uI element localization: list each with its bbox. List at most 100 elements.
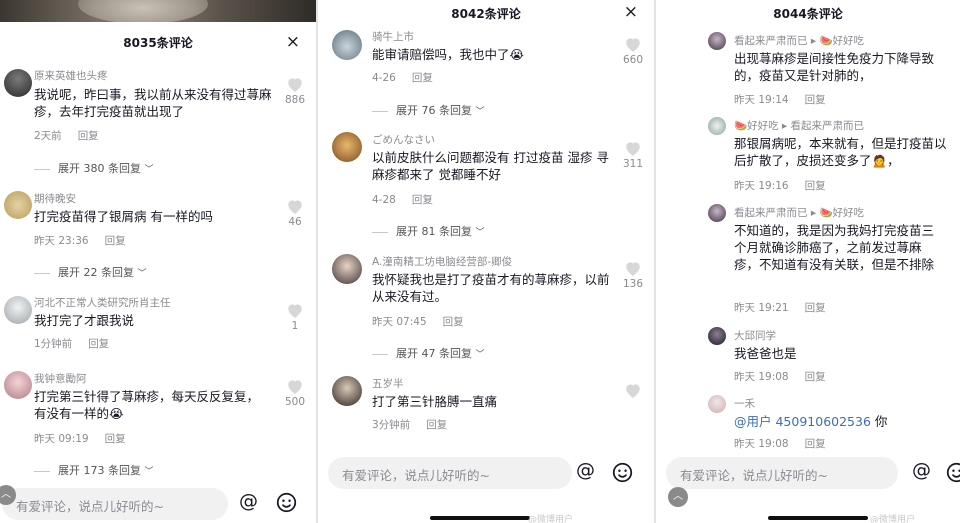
like-count: 1 (291, 320, 299, 332)
like-count: 500 (284, 396, 306, 408)
avatar[interactable] (708, 204, 726, 222)
comment-sheet-2: 8042条评论 × 骑牛上市 能审请赔偿吗，我也中了😭 4-26 回复 660 展… (318, 0, 654, 523)
comment-count-title: 8042条评论 (451, 7, 521, 21)
sheet-header: 8035条评论 × (0, 22, 316, 60)
scroll-up-button[interactable]: ︿ (668, 487, 688, 507)
comment-username[interactable]: 大邱同学 (734, 328, 776, 343)
avatar[interactable] (708, 32, 726, 50)
comment-username[interactable]: 我钟意勵阿 (34, 371, 87, 386)
avatar[interactable] (332, 30, 362, 60)
home-indicator (430, 516, 530, 520)
at-mention-icon[interactable]: @ (912, 459, 931, 481)
reply-button[interactable]: 回复 (105, 235, 126, 247)
reply-button[interactable]: 回复 (426, 419, 447, 431)
close-button[interactable]: × (624, 4, 638, 21)
comment-meta: 4-28 回复 (372, 192, 433, 207)
close-button[interactable]: × (286, 34, 300, 51)
comment-username[interactable]: 看起来严肃而已 (734, 207, 808, 219)
reply-button[interactable]: 回复 (88, 338, 109, 350)
avatar[interactable] (332, 132, 362, 162)
smiley-icon[interactable] (946, 462, 960, 483)
reply-button[interactable]: 回复 (805, 371, 826, 383)
home-indicator (768, 516, 868, 520)
reply-button[interactable]: 回复 (412, 194, 433, 206)
avatar[interactable] (708, 117, 726, 135)
comment-text: 我说呢，昨曰事，我以前从来没有得过荨麻疹，去年打完疫苗就出现了 (34, 87, 272, 119)
smiley-icon[interactable] (276, 492, 297, 513)
comment-text: 打完第三针得了荨麻疹，每天反反复复，有没有一样的😭 (34, 389, 260, 421)
comment-time: 昨天 19:08 (734, 438, 789, 450)
sheet-header: 8044条评论 (656, 0, 960, 24)
comment-username[interactable]: 🍉好好吃 (734, 120, 779, 132)
reply-target[interactable]: 🍉好好吃 (819, 207, 864, 219)
comment-meta: 昨天 07:45 回复 (372, 314, 464, 329)
comment-username[interactable]: 原来英雄也头疼 (34, 68, 108, 83)
reply-button[interactable]: 回复 (805, 94, 826, 106)
video-background (0, 0, 316, 24)
like-button[interactable]: 46 (282, 198, 308, 228)
expand-replies-button[interactable]: 展开 76 条回复 ﹀ (372, 102, 485, 118)
comment-meta: 昨天 19:16 回复 (734, 178, 826, 193)
heart-icon (288, 304, 302, 318)
reply-button[interactable]: 回复 (805, 180, 826, 192)
comment-text: 打了第三针胳膊一直痛 (372, 394, 498, 409)
expand-replies-button[interactable]: 展开 173 条回复 ﹀ (34, 462, 154, 478)
comment-count-title: 8044条评论 (773, 7, 843, 21)
expand-replies-button[interactable]: 展开 22 条回复 ﹀ (34, 264, 147, 280)
avatar[interactable] (4, 371, 32, 399)
avatar[interactable] (708, 327, 726, 345)
expand-replies-button[interactable]: 展开 81 条回复 ﹀ (372, 223, 485, 239)
smiley-icon[interactable] (612, 462, 633, 483)
like-button[interactable]: 660 (620, 36, 646, 66)
comment-sheet-1: 8035条评论 × 原来英雄也头疼 我说呢，昨曰事，我以前从来没有得过荨麻疹，去… (0, 0, 316, 523)
comment-username[interactable]: 河北不正常人类研究所肖主任 (34, 295, 171, 310)
like-button[interactable]: 136 (620, 260, 646, 290)
at-mention-icon[interactable]: @ (576, 459, 595, 481)
expand-replies-button[interactable]: 展开 380 条回复 ﹀ (34, 160, 154, 176)
comment-sheet-3: 8044条评论 看起来严肃而已 ▸ 🍉好好吃 出现荨麻疹是间接性免疫力下降导致的… (656, 0, 960, 523)
like-button[interactable]: 311 (620, 140, 646, 170)
at-mention-icon[interactable]: @ (239, 490, 258, 512)
reply-button[interactable]: 回复 (105, 433, 126, 445)
comment-username[interactable]: 五岁半 (372, 376, 404, 391)
watermark: @微博用户 (528, 515, 574, 523)
comment-text: 我怀疑我也是打了疫苗才有的荨麻疹，以前从来没有过。 (372, 272, 610, 304)
comment-count-title: 8035条评论 (123, 36, 193, 50)
comment-username[interactable]: 期待晚安 (34, 191, 76, 206)
comment-meta: 4-26 回复 (372, 70, 433, 85)
heart-icon (626, 262, 640, 276)
mention-link[interactable]: @用户 450910602536 (734, 414, 871, 429)
avatar[interactable] (332, 254, 362, 284)
avatar[interactable] (4, 296, 32, 324)
comment-username[interactable]: 看起来严肃而已 (734, 35, 808, 47)
like-count: 46 (288, 216, 302, 228)
reply-target[interactable]: 看起来严肃而已 (791, 120, 865, 132)
comment-time: 1分钟前 (34, 338, 73, 350)
reply-button[interactable]: 回复 (805, 438, 826, 450)
avatar[interactable] (708, 395, 726, 413)
comment-meta: 昨天 19:21 回复 (734, 300, 826, 315)
reply-target[interactable]: 🍉好好吃 (819, 35, 864, 47)
comment-input[interactable]: 有爱评论，说点儿好听的~ (328, 457, 572, 489)
avatar[interactable] (4, 69, 32, 97)
comment-username[interactable]: 一禾 (734, 396, 755, 411)
like-button[interactable]: 886 (282, 76, 308, 106)
reply-button[interactable]: 回复 (443, 316, 464, 328)
reply-button[interactable]: 回复 (78, 130, 99, 142)
comment-username[interactable]: 骑牛上市 (372, 29, 414, 44)
comment-meta: 昨天 19:14 回复 (734, 92, 826, 107)
comment-username[interactable]: ごめんなさい (372, 132, 435, 147)
reply-button[interactable]: 回复 (412, 72, 433, 84)
comment-meta: 昨天 19:08 回复 (734, 369, 826, 384)
like-count: 660 (622, 54, 644, 66)
comment-input[interactable]: 有爱评论，说点儿好听的~ (2, 488, 228, 520)
comment-username[interactable]: A.潼南精工坊电脑经营部-卿俊 (372, 254, 512, 269)
like-button[interactable]: 1 (282, 302, 308, 332)
reply-button[interactable]: 回复 (805, 302, 826, 314)
like-button[interactable] (620, 382, 646, 398)
avatar[interactable] (332, 376, 362, 406)
avatar[interactable] (4, 191, 32, 219)
comment-input[interactable]: 有爱评论，说点儿好听的~ (666, 457, 898, 489)
like-button[interactable]: 500 (282, 378, 308, 408)
expand-replies-button[interactable]: 展开 47 条回复 ﹀ (372, 345, 485, 361)
